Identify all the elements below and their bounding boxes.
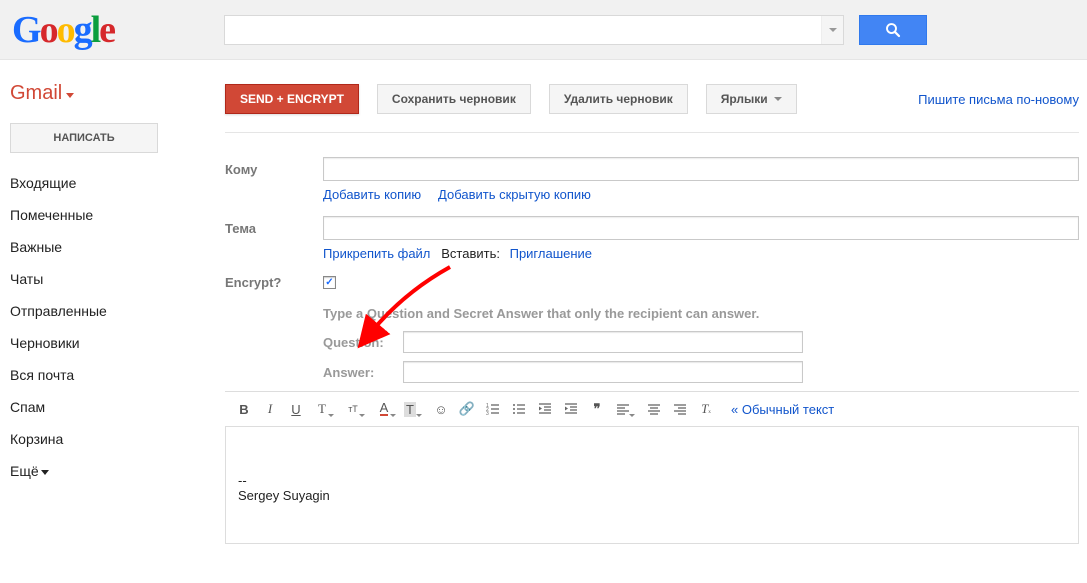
to-input[interactable] — [323, 157, 1079, 181]
signature-separator: -- — [238, 473, 1066, 488]
compose-button[interactable]: НАПИСАТЬ — [10, 123, 158, 153]
subject-input[interactable] — [323, 216, 1079, 240]
sidebar-item-chats[interactable]: Чаты — [10, 263, 195, 295]
attach-file-link[interactable]: Прикрепить файл — [323, 246, 430, 261]
search-options-dropdown[interactable] — [821, 16, 843, 44]
encrypt-hint: Type a Question and Secret Answer that o… — [323, 306, 1079, 321]
chevron-down-icon — [41, 470, 49, 475]
underline-button[interactable]: U — [285, 398, 307, 420]
labels-label: Ярлыки — [721, 92, 768, 106]
italic-button[interactable]: I — [259, 398, 281, 420]
signature: -- Sergey Suyagin — [238, 473, 1066, 503]
align-right-button[interactable] — [669, 398, 691, 420]
question-label: Question: — [323, 335, 403, 350]
insert-invitation-link[interactable]: Приглашение — [510, 246, 592, 261]
chevron-down-icon — [829, 28, 837, 32]
sidebar-item-more[interactable]: Ещё — [10, 455, 195, 487]
sidebar-item-starred[interactable]: Помеченные — [10, 199, 195, 231]
sidebar-item-sent[interactable]: Отправленные — [10, 295, 195, 327]
message-body-editor[interactable]: -- Sergey Suyagin — [225, 427, 1079, 544]
main-content: SEND + ENCRYPT Сохранить черновик Удалит… — [195, 60, 1087, 544]
question-row: Question: — [323, 331, 1079, 353]
gmail-label: Gmail — [10, 82, 62, 105]
answer-label: Answer: — [323, 365, 403, 380]
google-logo: Google — [12, 8, 114, 52]
answer-input[interactable] — [403, 361, 803, 383]
sidebar: Gmail НАПИСАТЬ Входящие Помеченные Важны… — [0, 60, 195, 544]
align-center-button[interactable] — [643, 398, 665, 420]
highlight-color-dropdown[interactable]: T — [399, 398, 421, 420]
new-compose-promo-link[interactable]: Пишите письма по-новому — [918, 92, 1079, 107]
save-draft-button[interactable]: Сохранить черновик — [377, 84, 531, 114]
bullet-list-button[interactable] — [508, 398, 530, 420]
chevron-down-icon — [66, 93, 74, 98]
quote-button[interactable]: ❞ — [586, 398, 608, 420]
google-bar: Google — [0, 0, 1087, 60]
formatting-toolbar: B I U T тТ A T ☺ 🔗 123 ❞ — [225, 391, 1079, 427]
font-family-dropdown[interactable]: T — [311, 398, 333, 420]
add-cc-link[interactable]: Добавить копию — [323, 187, 421, 202]
font-size-dropdown[interactable]: тТ — [342, 398, 364, 420]
search-input[interactable] — [224, 15, 844, 45]
search-button[interactable] — [859, 15, 927, 45]
attach-links: Прикрепить файл Вставить: Приглашение — [323, 246, 1079, 261]
search-container — [224, 15, 927, 45]
bold-button[interactable]: B — [233, 398, 255, 420]
labels-dropdown[interactable]: Ярлыки — [706, 84, 797, 114]
chevron-down-icon — [774, 97, 782, 101]
question-input[interactable] — [403, 331, 803, 353]
to-row: Кому — [225, 157, 1079, 181]
numbered-list-button[interactable]: 123 — [482, 398, 504, 420]
insert-lead: Вставить: — [441, 246, 500, 261]
align-left-button[interactable] — [612, 398, 634, 420]
sidebar-item-allmail[interactable]: Вся почта — [10, 359, 195, 391]
encrypt-checkbox[interactable]: ✓ — [323, 276, 336, 289]
sidebar-item-important[interactable]: Важные — [10, 231, 195, 263]
link-button[interactable]: 🔗 — [456, 398, 478, 420]
plain-text-link[interactable]: « Обычный текст — [731, 402, 834, 417]
encrypt-label: Encrypt? — [225, 275, 323, 290]
text-color-dropdown[interactable]: A — [373, 398, 395, 420]
send-encrypt-button[interactable]: SEND + ENCRYPT — [225, 84, 359, 114]
sidebar-more-label: Ещё — [10, 463, 39, 479]
subject-row: Тема — [225, 216, 1079, 240]
delete-draft-button[interactable]: Удалить черновик — [549, 84, 688, 114]
svg-text:3: 3 — [486, 411, 489, 416]
search-icon — [884, 21, 902, 39]
gmail-menu[interactable]: Gmail — [10, 60, 195, 123]
remove-formatting-button[interactable]: Tₓ — [695, 398, 717, 420]
indent-less-button[interactable] — [534, 398, 556, 420]
signature-name: Sergey Suyagin — [238, 488, 1066, 503]
emoji-button[interactable]: ☺ — [430, 398, 452, 420]
indent-more-button[interactable] — [560, 398, 582, 420]
sidebar-item-trash[interactable]: Корзина — [10, 423, 195, 455]
answer-row: Answer: — [323, 361, 1079, 383]
action-toolbar: SEND + ENCRYPT Сохранить черновик Удалит… — [225, 60, 1079, 133]
cc-links: Добавить копию Добавить скрытую копию — [323, 187, 1079, 202]
subject-label: Тема — [225, 221, 323, 236]
add-bcc-link[interactable]: Добавить скрытую копию — [438, 187, 591, 202]
encrypt-row: Encrypt? ✓ — [225, 275, 1079, 290]
sidebar-item-spam[interactable]: Спам — [10, 391, 195, 423]
sidebar-item-drafts[interactable]: Черновики — [10, 327, 195, 359]
to-label: Кому — [225, 162, 323, 177]
sidebar-item-inbox[interactable]: Входящие — [10, 167, 195, 199]
